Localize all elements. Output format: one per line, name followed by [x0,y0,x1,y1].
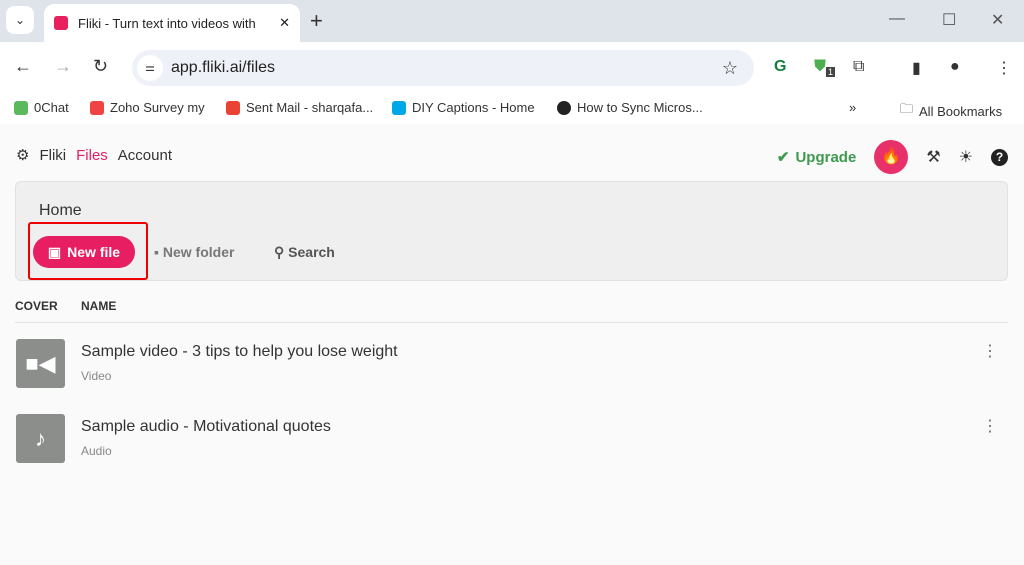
column-cover: COVER [15,299,58,313]
nav-brand[interactable]: Fliki [39,147,66,164]
extensions-icon[interactable]: ⧉ [853,58,864,76]
table-row[interactable]: ■◀ Sample video - 3 tips to help you los… [16,339,1008,389]
close-window-button[interactable]: ✕ [991,10,1004,30]
bookmark-star-icon[interactable]: ☆ [722,58,738,79]
forward-button[interactable]: → [54,56,72,77]
nav-account[interactable]: Account [118,147,172,164]
more-bookmarks-icon[interactable]: » [849,100,856,115]
file-title[interactable]: Sample audio - Motivational quotes [81,418,331,436]
bookmark-label: 0Chat [34,100,69,115]
new-folder-label: New folder [162,244,235,260]
new-tab-button[interactable]: + [310,8,323,34]
side-panel-icon[interactable]: ▮ [912,58,921,78]
bookmark-0chat[interactable]: 0Chat [14,100,69,115]
minimize-button[interactable]: — [889,10,905,28]
bookmark-label: All Bookmarks [919,103,1003,119]
extension-badge: 1 [826,67,836,78]
folder-plus-icon: ▪ [154,244,159,260]
url-text[interactable]: app.fliki.ai/files [171,59,722,77]
file-type: Audio [81,444,112,458]
address-bar[interactable]: ⚌ app.fliki.ai/files ☆ [132,50,754,86]
back-button[interactable]: ← [14,56,32,77]
maximize-button[interactable]: ☐ [942,10,956,30]
bookmark-zoho[interactable]: Zoho Survey my [90,100,205,115]
site-info-icon[interactable]: ⚌ [137,55,163,81]
tools-icon[interactable]: ⚒ [926,147,940,167]
active-tab[interactable]: Fliki - Turn text into videos with ✕ [44,4,300,42]
bookmark-label: How to Sync Micros... [577,100,703,115]
table-row[interactable]: ♪ Sample audio - Motivational quotes Aud… [16,414,1008,464]
search-icon: ⚲ [274,244,285,260]
new-file-label: New file [67,244,121,260]
file-title[interactable]: Sample video - 3 tips to help you lose w… [81,343,398,361]
bookmark-label: DIY Captions - Home [412,100,535,115]
bookmarks-bar: 0Chat Zoho Survey my Sent Mail - sharqaf… [0,94,1024,124]
theme-sun-icon[interactable]: ☀ [959,147,973,167]
more-options-icon[interactable]: ⋮ [982,341,998,361]
search-button[interactable]: ⚲ Search [274,244,335,261]
all-bookmarks[interactable]: 🗀 All Bookmarks [900,100,1002,122]
tab-search-button[interactable]: ⌄ [6,6,34,34]
menu-icon[interactable]: ⋮ [996,58,1012,78]
fliki-logo-icon: ⚙ [16,147,30,164]
bookmark-gmail[interactable]: Sent Mail - sharqafa... [226,100,373,115]
bookmark-github[interactable]: How to Sync Micros... [557,100,703,115]
search-label: Search [288,244,335,260]
music-note-icon: ♪ [16,414,65,463]
column-name[interactable]: NAME [81,299,116,313]
bookmark-diy-captions[interactable]: DIY Captions - Home [392,100,535,115]
help-icon[interactable]: ? [991,148,1008,166]
close-tab-icon[interactable]: ✕ [279,15,290,31]
verified-badge-icon: ✔ [776,149,790,166]
nav-files[interactable]: Files [76,147,108,164]
tab-title: Fliki - Turn text into videos with [78,15,256,31]
divider [15,322,1008,323]
upgrade-label: Upgrade [795,148,857,166]
diy-icon [392,100,406,115]
reload-button[interactable]: ↻ [93,56,108,77]
video-camera-icon: ■◀ [16,339,65,388]
grammarly-icon[interactable]: G [774,58,786,76]
github-icon [557,100,571,115]
folder-icon: 🗀 [900,101,914,116]
profile-avatar[interactable]: ● [950,58,960,76]
more-options-icon[interactable]: ⋮ [982,416,998,436]
0chat-icon [14,100,28,115]
browser-toolbar: ← → ↻ ⚌ app.fliki.ai/files ☆ G ⛊ 1 ⧉ ▮ ● … [0,42,1024,94]
fliki-favicon-icon [54,16,68,30]
shield-extension-icon[interactable]: ⛊ 1 [814,58,836,78]
fliki-app: ⚙ Fliki Files Account ✔ Upgrade 🔥 ⚒ ☀ ? H… [0,124,1024,565]
bookmark-label: Sent Mail - sharqafa... [246,100,374,115]
new-folder-button[interactable]: ▪ New folder [154,244,234,260]
file-type: Video [81,369,112,383]
gmail-icon [226,100,240,115]
files-panel: Home ▣ New file ▪ New folder ⚲ Search [15,181,1008,281]
new-file-button[interactable]: ▣ New file [33,236,135,268]
file-plus-icon: ▣ [47,243,62,260]
upgrade-button[interactable]: ✔ Upgrade [776,148,857,167]
fire-avatar-button[interactable]: 🔥 [874,140,909,174]
bookmark-label: Zoho Survey my [110,100,205,115]
breadcrumb-home[interactable]: Home [39,202,82,220]
zoho-icon [90,100,104,115]
tab-strip: ⌄ Fliki - Turn text into videos with ✕ +… [0,0,1024,42]
